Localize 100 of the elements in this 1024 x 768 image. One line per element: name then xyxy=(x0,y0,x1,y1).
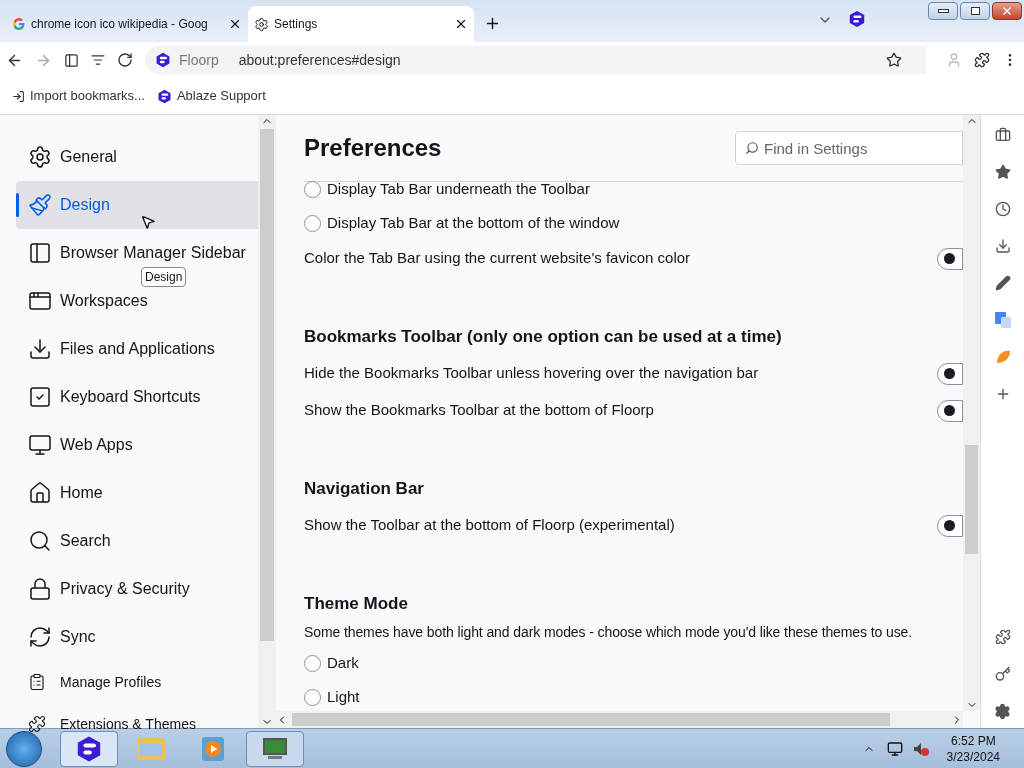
radio-button[interactable] xyxy=(304,654,321,672)
toggle-label: Show the Toolbar at the bottom of Floorp (experimental) xyxy=(304,515,676,536)
bookmark-item[interactable]: Ablaze Support xyxy=(156,86,266,106)
toggle-switch[interactable] xyxy=(937,514,963,537)
search-icon xyxy=(28,529,52,553)
floorp-logo-icon xyxy=(848,10,866,28)
scrollbar-thumb[interactable] xyxy=(965,445,978,554)
section-heading: Navigation Bar xyxy=(304,477,424,500)
window-icon xyxy=(28,289,52,313)
list-icon[interactable] xyxy=(91,53,105,67)
network-icon[interactable] xyxy=(886,740,903,757)
toggle-switch[interactable] xyxy=(937,399,963,422)
category-item[interactable]: Sync xyxy=(28,625,96,649)
folder-icon xyxy=(136,735,166,762)
clock-time: 6:52 PM xyxy=(950,732,996,749)
taskbar-button[interactable] xyxy=(60,730,118,767)
toggle-label: Color the Tab Bar using the current website's favicon color xyxy=(304,248,692,269)
sync-icon xyxy=(28,625,52,649)
toggle-label: Show the Bookmarks Toolbar at the bottom of Floorp xyxy=(304,400,655,421)
monitor-icon xyxy=(28,433,52,457)
floorp-logo-icon xyxy=(75,734,103,763)
scrollbar-thumb[interactable] xyxy=(292,713,890,726)
cursor-icon xyxy=(140,214,156,230)
category-item[interactable]: Files and Applications xyxy=(28,337,215,361)
new-tab-icon[interactable] xyxy=(484,15,501,32)
settings-icon xyxy=(28,145,52,169)
bookmark-item[interactable]: Import bookmarks... xyxy=(12,86,145,106)
minimize-button[interactable] xyxy=(928,2,958,20)
star-icon[interactable] xyxy=(994,164,1011,180)
search-field[interactable]: Find in Settings xyxy=(735,131,963,165)
address-bar[interactable]: Floorp about:preferences#design xyxy=(145,46,926,74)
settings-icon xyxy=(254,16,269,32)
bookmark-star-icon[interactable] xyxy=(886,52,902,68)
url-text: about:preferences#design xyxy=(238,50,401,70)
translate-icon[interactable] xyxy=(994,312,1011,328)
page-title: Preferences xyxy=(304,133,443,163)
identity-label: Floorp xyxy=(179,50,219,70)
category-item[interactable]: Search xyxy=(28,529,111,553)
radio-label: Dark xyxy=(327,652,359,673)
category-item[interactable]: Home xyxy=(28,481,103,505)
checkbox-icon xyxy=(28,385,52,409)
close-button[interactable] xyxy=(992,2,1022,20)
taskbar-button[interactable] xyxy=(246,730,304,767)
restore-button[interactable] xyxy=(960,2,990,20)
close-icon xyxy=(1001,5,1013,17)
paintbrush-icon xyxy=(28,193,52,217)
floorp-logo-icon xyxy=(156,88,172,104)
scrollbar-thumb[interactable] xyxy=(260,129,274,641)
category-item[interactable]: Browser Manager Sidebar xyxy=(28,241,246,265)
radio-label: Light xyxy=(327,686,360,707)
download-icon[interactable] xyxy=(994,238,1011,254)
google-icon xyxy=(12,17,26,31)
browser-tab[interactable]: chrome icon ico wikipedia - Goog xyxy=(6,6,248,42)
home-icon xyxy=(28,481,52,505)
settings-icon[interactable] xyxy=(994,703,1011,720)
section-heading: Theme Mode xyxy=(304,592,408,615)
category-item[interactable]: Workspaces xyxy=(28,289,148,313)
download-icon xyxy=(28,337,52,361)
category-item[interactable]: Privacy & Security xyxy=(28,577,190,601)
key-icon[interactable] xyxy=(994,666,1011,682)
close-icon[interactable] xyxy=(228,17,242,31)
import-icon xyxy=(12,89,25,103)
radio-button[interactable] xyxy=(304,688,321,706)
briefcase-icon[interactable] xyxy=(994,127,1011,143)
sidebar-icon[interactable] xyxy=(64,52,79,68)
category-item[interactable]: Web Apps xyxy=(28,433,133,457)
clock-date: 3/23/2024 xyxy=(946,748,1000,765)
sidebar-icon xyxy=(28,241,52,265)
clock-icon[interactable] xyxy=(994,201,1011,217)
toggle-switch[interactable] xyxy=(937,362,963,385)
bookmark-label: Ablaze Support xyxy=(176,87,266,106)
radio-label: Display Tab Bar underneath the Toolbar xyxy=(327,178,590,199)
category-item[interactable]: Manage Profiles xyxy=(28,671,162,693)
toggle-switch[interactable] xyxy=(937,247,963,270)
category-item[interactable]: General xyxy=(28,145,117,169)
radio-button[interactable] xyxy=(304,180,321,198)
tab-title: Settings xyxy=(274,16,319,33)
search-icon xyxy=(745,141,759,155)
bookmark-label: Import bookmarks... xyxy=(30,87,145,106)
description-text: Some themes have both light and dark modes - choose which mode you'd like these themes to use. xyxy=(304,623,914,642)
tooltip: Design xyxy=(141,267,187,287)
toggle-label: Hide the Bookmarks Toolbar unless hovering over the navigation bar xyxy=(304,363,760,384)
category-item[interactable]: Keyboard Shortcuts xyxy=(28,385,201,409)
browser-tab[interactable]: Settings xyxy=(248,6,474,42)
start-button[interactable] xyxy=(6,730,42,767)
reload-icon[interactable] xyxy=(117,52,133,68)
lock-icon xyxy=(28,577,52,601)
clipboard-icon xyxy=(28,673,46,691)
puzzle-icon[interactable] xyxy=(994,629,1011,645)
pencil-icon[interactable] xyxy=(994,275,1011,291)
floorp-logo-icon xyxy=(155,52,171,68)
category-item[interactable]: Design xyxy=(28,193,110,217)
tab-title: chrome icon ico wikipedia - Goog xyxy=(31,16,209,33)
close-icon[interactable] xyxy=(454,17,468,31)
puzzle-icon xyxy=(28,715,46,733)
category-item[interactable]: Extensions & Themes xyxy=(28,713,196,735)
media-player-icon xyxy=(201,735,225,762)
radio-button[interactable] xyxy=(304,214,321,232)
monitor-icon xyxy=(260,736,290,761)
puzzle-icon[interactable] xyxy=(974,52,990,68)
